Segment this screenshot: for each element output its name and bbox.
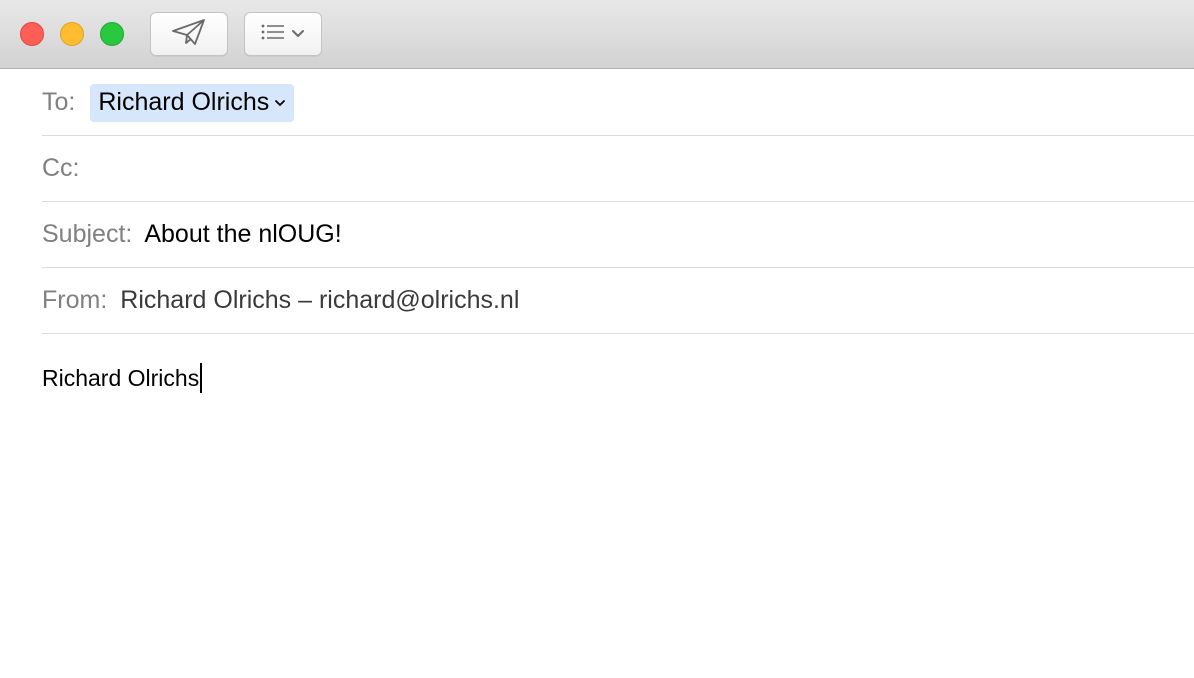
recipient-name: Richard Olrichs xyxy=(98,88,270,116)
paper-plane-icon xyxy=(171,18,207,51)
chevron-down-icon xyxy=(291,29,305,39)
cc-label: Cc: xyxy=(42,154,80,182)
zoom-window-button[interactable] xyxy=(100,22,124,46)
subject-input[interactable]: About the nlOUG! xyxy=(144,220,341,249)
format-menu-button[interactable] xyxy=(244,12,322,56)
minimize-window-button[interactable] xyxy=(60,22,84,46)
toolbar xyxy=(0,0,1194,69)
from-account-select[interactable]: Richard Olrichs – richard@olrichs.nl xyxy=(120,286,519,315)
message-body-text: Richard Olrichs xyxy=(42,364,200,391)
subject-field-row[interactable]: Subject: About the nlOUG! xyxy=(42,202,1194,268)
compose-window: To: Richard Olrichs Cc: Subject: About t… xyxy=(0,0,1194,678)
subject-label: Subject: xyxy=(42,220,133,248)
from-field-row: From: Richard Olrichs – richard@olrichs.… xyxy=(42,268,1194,334)
close-window-button[interactable] xyxy=(20,22,44,46)
recipient-token[interactable]: Richard Olrichs xyxy=(90,83,295,122)
to-label: To: xyxy=(42,88,76,116)
text-caret xyxy=(200,363,203,393)
from-label: From: xyxy=(42,286,108,314)
list-icon xyxy=(261,23,285,46)
send-button[interactable] xyxy=(150,12,228,56)
message-body[interactable]: Richard Olrichs xyxy=(42,360,1162,396)
chevron-down-icon[interactable] xyxy=(274,99,286,107)
cc-field-row[interactable]: Cc: xyxy=(42,136,1194,202)
to-field-row: To: Richard Olrichs xyxy=(42,70,1194,136)
